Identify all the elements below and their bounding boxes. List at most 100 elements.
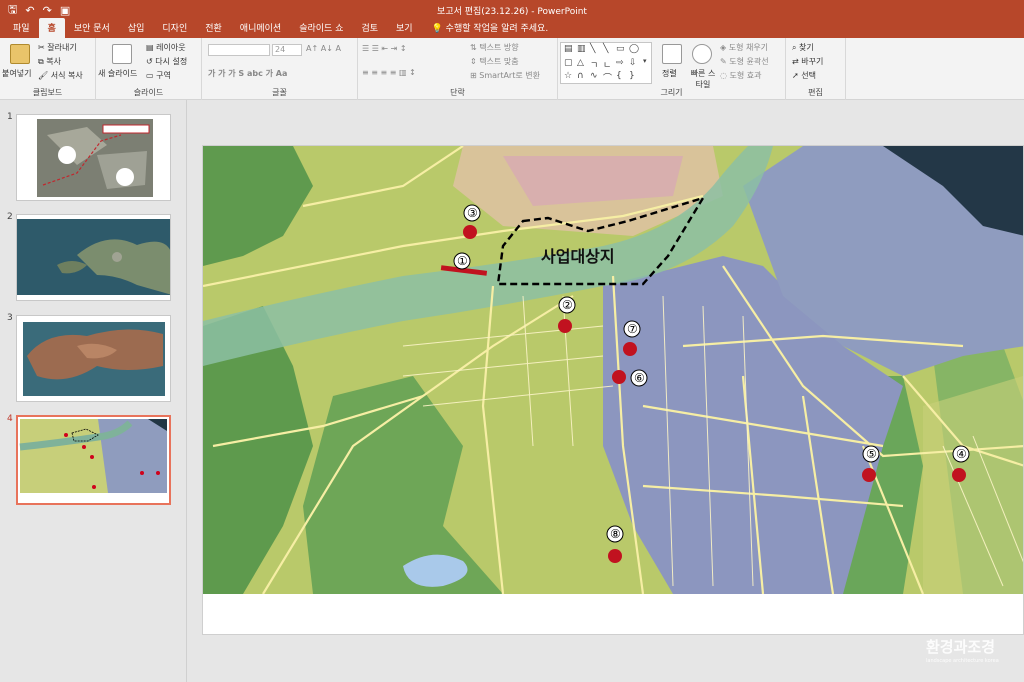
shape-curve-icon[interactable]: ∩: [577, 71, 584, 81]
thumbnail-number: 3: [7, 313, 13, 323]
list-buttons[interactable]: ☰ ☰ ⇤ ⇥ ↕: [362, 44, 407, 53]
slides-group: 새 슬라이드 ▤ 레이아웃 ↺ 다시 설정 ▭ 구역 슬라이드: [96, 38, 202, 100]
smartart-button[interactable]: ⊞ SmartArt로 변환: [470, 70, 540, 81]
project-site-label: 사업대상지: [541, 247, 615, 266]
copy-button[interactable]: ⧉ 복사: [38, 56, 61, 67]
new-slide-icon[interactable]: [112, 44, 132, 64]
slide-thumbnail-3[interactable]: [16, 315, 171, 402]
tab-slideshow[interactable]: 슬라이드 쇼: [290, 18, 352, 38]
tab-file[interactable]: 파일: [4, 18, 39, 38]
quick-styles-icon[interactable]: [692, 44, 712, 64]
tab-insert[interactable]: 삽입: [119, 18, 154, 38]
svg-text:⑦: ⑦: [627, 322, 638, 336]
marker-2-dot: [558, 319, 572, 333]
shape-brace-right-icon[interactable]: }: [629, 71, 635, 81]
watermark-subtitle: landscape architecture korea: [926, 658, 999, 664]
shape-rectangle-icon[interactable]: ▭: [616, 44, 625, 54]
select-button[interactable]: ➚ 선택: [792, 70, 816, 81]
marker-8-dot: [608, 549, 622, 563]
shape-triangle-icon[interactable]: △: [577, 58, 584, 68]
align-buttons[interactable]: ≡ ≡ ≡ ≡ ▥ ↕: [362, 68, 416, 77]
window-title: 보고서 편집(23.12.26) - PowerPoint: [437, 7, 587, 17]
font-label: 글꼴: [272, 88, 287, 97]
marker-5-dot: [862, 468, 876, 482]
layout-button[interactable]: ▤ 레이아웃: [146, 42, 186, 53]
thumbnail-number: 4: [7, 414, 13, 424]
shape-rounded-icon[interactable]: ▢: [564, 58, 573, 68]
tab-review[interactable]: 검토: [352, 18, 387, 38]
shapes-gallery[interactable]: ▤ ▥ ╲ ╲ ▭ ◯ ▢ △ ㄱ ㄴ ⇨ ⇩ ☆ ∩ ∿ ⌒ { } ▾: [560, 42, 652, 84]
paragraph-label: 단락: [450, 88, 465, 97]
slides-label: 슬라이드: [133, 88, 164, 97]
slide-thumbnail-4[interactable]: [16, 415, 171, 505]
svg-text:④: ④: [956, 447, 967, 461]
font-size-grow-icon[interactable]: A↑ A↓ A: [306, 44, 341, 53]
tab-security[interactable]: 보안 문서: [65, 18, 119, 38]
tab-home[interactable]: 홈: [38, 18, 65, 38]
shape-fill-button[interactable]: ◈ 도형 채우기: [720, 42, 768, 53]
thumbnail-1-image: [17, 115, 170, 200]
shape-effects-button[interactable]: ◌ 도형 효과: [720, 70, 762, 81]
shape-arrow-down-icon[interactable]: ⇩: [629, 58, 637, 68]
shape-textbox-icon[interactable]: ▤: [564, 44, 573, 54]
tab-transitions[interactable]: 전환: [196, 18, 231, 38]
reset-button[interactable]: ↺ 다시 설정: [146, 56, 187, 67]
shape-connector2-icon[interactable]: ㄴ: [603, 58, 611, 71]
shapes-more-icon[interactable]: ▾: [643, 57, 647, 65]
align-text-button[interactable]: ⇕ 텍스트 맞춤: [470, 56, 519, 67]
shape-brace-icon[interactable]: {: [616, 71, 622, 81]
paste-button[interactable]: 붙여넣기: [2, 68, 31, 79]
site-map-image[interactable]: 사업대상지 ① ③ ② ⑦ ⑥ ⑤ ④ ⑧: [203, 146, 1024, 594]
marker-6-dot: [612, 370, 626, 384]
format-painter-button[interactable]: 🖌 서식 복사: [38, 70, 83, 81]
thumbnail-2-image: [17, 215, 170, 300]
current-slide[interactable]: 사업대상지 ① ③ ② ⑦ ⑥ ⑤ ④ ⑧: [202, 145, 1024, 635]
shape-star-icon[interactable]: ☆: [564, 71, 572, 81]
shape-outline-button[interactable]: ✎ 도형 윤곽선: [720, 56, 769, 67]
marker-4-dot: [952, 468, 966, 482]
shape-line-icon[interactable]: ╲: [590, 44, 595, 54]
find-button[interactable]: ⌕ 찾기: [792, 42, 814, 53]
new-slide-button[interactable]: 새 슬라이드: [98, 68, 137, 79]
section-button[interactable]: ▭ 구역: [146, 70, 171, 81]
quick-styles-button[interactable]: 빠른 스타일: [688, 68, 718, 90]
thumbnail-4-image: [18, 417, 169, 503]
svg-text:⑧: ⑧: [610, 527, 621, 541]
thumbnail-number: 1: [7, 112, 13, 122]
thumbnail-3-image: [17, 316, 170, 401]
marker-1[interactable]: ①: [453, 252, 471, 270]
arrange-icon[interactable]: [662, 44, 682, 64]
cut-button[interactable]: ✂ 잘라내기: [38, 42, 77, 53]
tab-view[interactable]: 보기: [387, 18, 422, 38]
tab-design[interactable]: 디자인: [153, 18, 196, 38]
watermark-logo: 환경과조경: [926, 638, 996, 656]
paste-icon[interactable]: [10, 44, 30, 64]
ribbon-tabs: 파일 홈 보안 문서 삽입 디자인 전환 애니메이션 슬라이드 쇼 검토 보기 …: [0, 18, 1024, 38]
scissors-icon: ✂: [38, 43, 48, 52]
shape-wave-icon[interactable]: ∿: [590, 71, 598, 81]
shape-line2-icon[interactable]: ╲: [603, 44, 608, 54]
text-direction-button[interactable]: ⇅ 텍스트 방향: [470, 42, 519, 53]
title-bar: 🖫 ↶ ↷ ▣ 보고서 편집(23.12.26) - PowerPoint: [0, 0, 1024, 20]
font-name-field[interactable]: [208, 44, 270, 56]
smartart-icon: ⊞: [470, 71, 480, 80]
section-icon: ▭: [146, 71, 157, 80]
tell-me-box[interactable]: 💡 수행할 작업을 알려 주세요.: [422, 18, 557, 38]
shape-arrow-right-icon[interactable]: ⇨: [616, 58, 624, 68]
font-size-field[interactable]: 24: [272, 44, 302, 56]
font-style-buttons[interactable]: 가 가 가 S abc 가 Aa: [208, 68, 287, 79]
font-group: 24 A↑ A↓ A 가 가 가 S abc 가 Aa 글꼴: [202, 38, 358, 100]
shape-arc-icon[interactable]: ⌒: [603, 71, 612, 84]
pen-icon: ✎: [720, 57, 730, 66]
slide-thumbnail-1[interactable]: [16, 114, 171, 201]
replace-button[interactable]: ⇄ 바꾸기: [792, 56, 823, 67]
shape-connector-icon[interactable]: ㄱ: [590, 58, 598, 71]
shape-oval-icon[interactable]: ◯: [629, 44, 639, 54]
slide-thumbnail-pane: 1 2 3 4: [0, 100, 187, 682]
tab-animations[interactable]: 애니메이션: [231, 18, 290, 38]
arrange-button[interactable]: 정렬: [662, 68, 677, 79]
shape-textbox-vertical-icon[interactable]: ▥: [577, 44, 586, 54]
svg-text:⑥: ⑥: [634, 371, 645, 385]
paragraph-group: ☰ ☰ ⇤ ⇥ ↕ ≡ ≡ ≡ ≡ ▥ ↕ ⇅ 텍스트 방향 ⇕ 텍스트 맞춤 …: [358, 38, 558, 100]
slide-thumbnail-2[interactable]: [16, 214, 171, 301]
